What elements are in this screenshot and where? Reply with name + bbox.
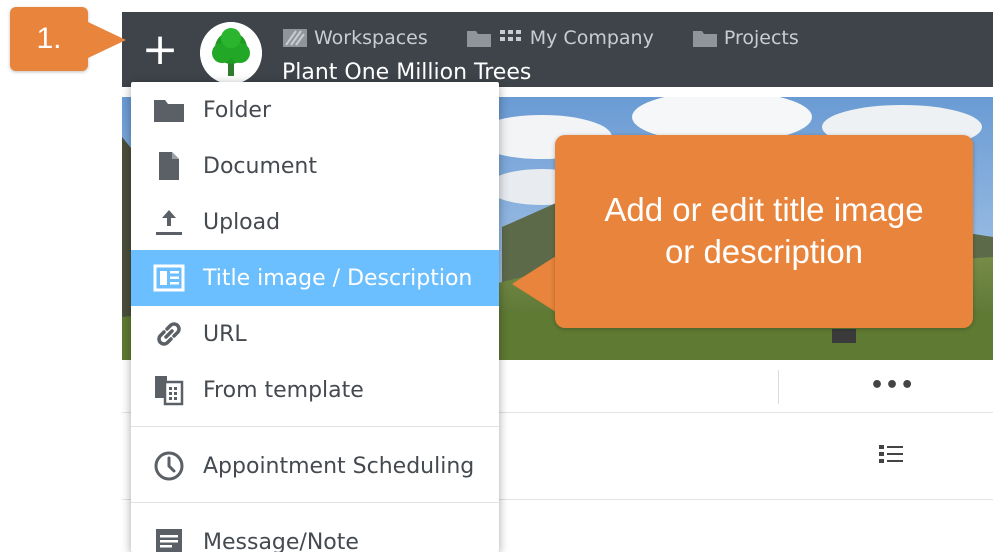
template-icon [149,370,189,410]
breadcrumb-label: My Company [530,27,654,49]
toolbar-divider [778,370,779,404]
folder-icon [149,90,189,130]
step-number-badge: 1. [10,7,88,71]
menu-item-label: Message/Note [203,530,359,552]
breadcrumb-projects[interactable]: Projects [692,27,799,49]
grid-icon [498,27,524,49]
top-bar: + Workspaces [122,12,993,87]
menu-item-message-note[interactable]: Message/Note [131,514,499,552]
more-options-button[interactable]: ••• [870,372,910,400]
menu-item-document[interactable]: Document [131,138,499,194]
upload-icon [149,202,189,242]
menu-divider [131,502,499,503]
breadcrumb-my-company[interactable]: My Company [466,27,654,49]
breadcrumb: Workspaces My Company Projects [282,26,837,50]
link-icon [149,314,189,354]
menu-item-label: From template [203,378,364,403]
document-icon [149,146,189,186]
add-menu: Folder Document Upload Title image / Des… [131,82,499,552]
menu-item-upload[interactable]: Upload [131,194,499,250]
menu-item-label: Document [203,154,317,179]
breadcrumb-label: Projects [724,27,799,49]
breadcrumb-workspaces[interactable]: Workspaces [282,27,428,49]
menu-divider [131,426,499,427]
menu-item-label: Appointment Scheduling [203,454,474,479]
callout-pointer [512,256,556,312]
callout-line: or description [575,231,953,273]
instruction-callout: Add or edit title image or description [555,135,973,328]
tree-icon [200,22,262,84]
menu-item-appointment-scheduling[interactable]: Appointment Scheduling [131,438,499,494]
menu-item-label: Upload [203,210,280,235]
clock-icon [149,446,189,486]
add-button[interactable]: + [140,30,180,70]
menu-item-label: Title image / Description [203,266,472,291]
callout-text: Add or edit title image or description [575,189,953,273]
menu-item-label: Folder [203,98,271,123]
project-logo[interactable] [200,22,262,84]
menu-item-label: URL [203,322,247,347]
note-icon [149,522,189,552]
step-arrow [88,22,126,58]
breadcrumb-label: Workspaces [314,27,428,49]
folder-icon [692,27,718,49]
title-image-icon [149,258,189,298]
menu-item-url[interactable]: URL [131,306,499,362]
folder-icon [466,27,492,49]
menu-item-from-template[interactable]: From template [131,362,499,418]
workspaces-icon [282,27,308,49]
list-view-icon[interactable] [878,443,904,467]
menu-item-title-image-description[interactable]: Title image / Description [131,250,499,306]
callout-line: Add or edit title image [575,189,953,231]
menu-item-folder[interactable]: Folder [131,82,499,138]
